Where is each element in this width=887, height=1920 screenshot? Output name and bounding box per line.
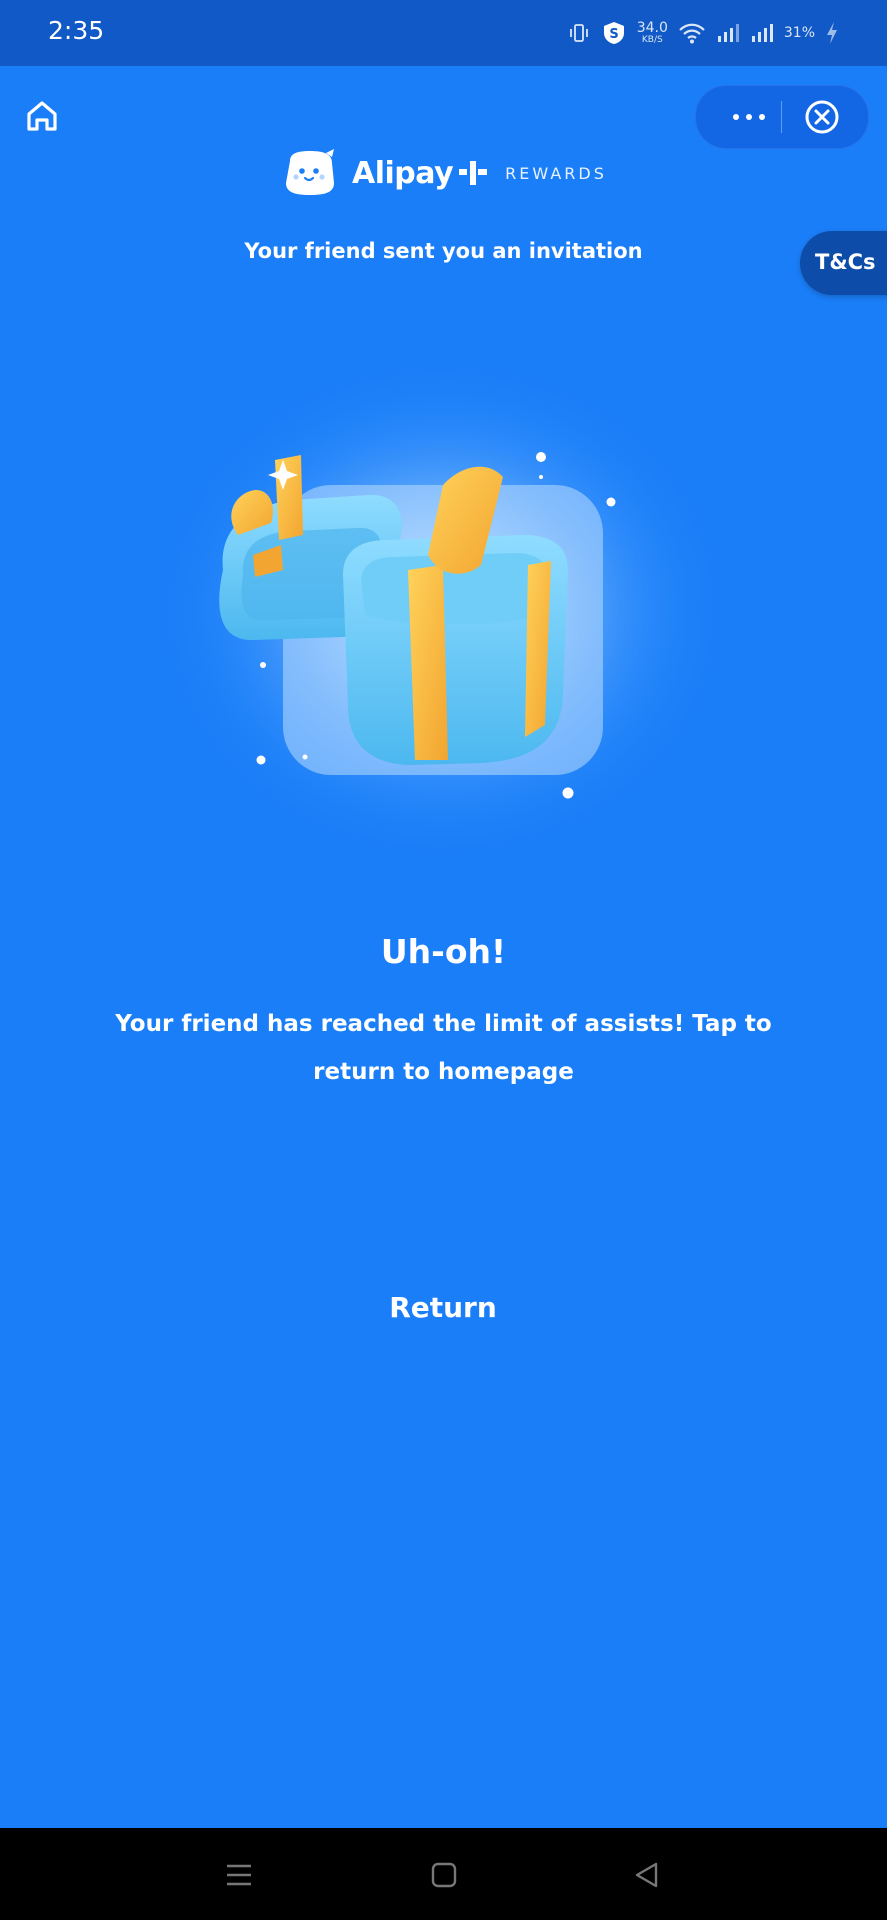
svg-text:S: S <box>609 27 618 42</box>
gift-box-illustration <box>153 365 733 875</box>
brand-logo: Alipay REWARDS <box>280 145 607 201</box>
more-dots-icon <box>759 114 765 120</box>
home-icon <box>27 101 57 131</box>
shield-s-icon: S <box>603 22 624 44</box>
alipay-plus-icon <box>459 161 488 185</box>
terms-tab[interactable]: T&Cs <box>800 231 887 295</box>
message-title: Uh-oh! <box>380 932 507 971</box>
alipay-mascot-icon <box>286 149 334 195</box>
more-dots-icon <box>746 114 752 120</box>
status-time: 2:35 <box>48 16 105 45</box>
capsule-divider <box>781 101 782 133</box>
net-speed-value: 34.0 <box>636 20 668 36</box>
brand-tagline: REWARDS <box>505 163 607 183</box>
close-circle-icon <box>805 100 839 134</box>
net-speed: 34.0 KB/S <box>637 21 668 45</box>
triangle-back-icon <box>635 1862 658 1888</box>
close-button[interactable] <box>804 99 840 135</box>
return-button[interactable]: Return <box>343 1278 543 1338</box>
more-dots-icon <box>733 114 739 120</box>
message-body: Your friend has reached the limit of ass… <box>115 1011 772 1085</box>
status-icons: S 34.0 KB/S 31% <box>567 18 839 48</box>
brand-name: Alipay <box>352 155 454 191</box>
status-bar: 2:35 S 34.0 KB/S 31% <box>0 0 887 66</box>
invitation-text: Your friend sent you an invitation <box>244 239 643 263</box>
home-button[interactable] <box>22 96 62 136</box>
vibrate-icon <box>569 24 588 42</box>
square-home-icon <box>431 1862 457 1888</box>
charging-icon <box>827 22 837 44</box>
menu-icon <box>227 1864 251 1886</box>
system-home-button[interactable] <box>427 1858 461 1892</box>
net-speed-unit: KB/S <box>641 35 663 45</box>
more-button[interactable] <box>714 96 784 138</box>
system-back-button[interactable] <box>630 1858 664 1892</box>
battery-level: 31% <box>783 25 815 41</box>
wifi-icon <box>679 23 705 44</box>
signal-icon <box>751 24 773 42</box>
miniapp-capsule <box>695 85 869 149</box>
terms-label: T&Cs <box>815 250 876 274</box>
system-nav-bar <box>0 1828 887 1920</box>
signal-icon <box>717 24 739 42</box>
recent-apps-button[interactable] <box>222 1858 256 1892</box>
